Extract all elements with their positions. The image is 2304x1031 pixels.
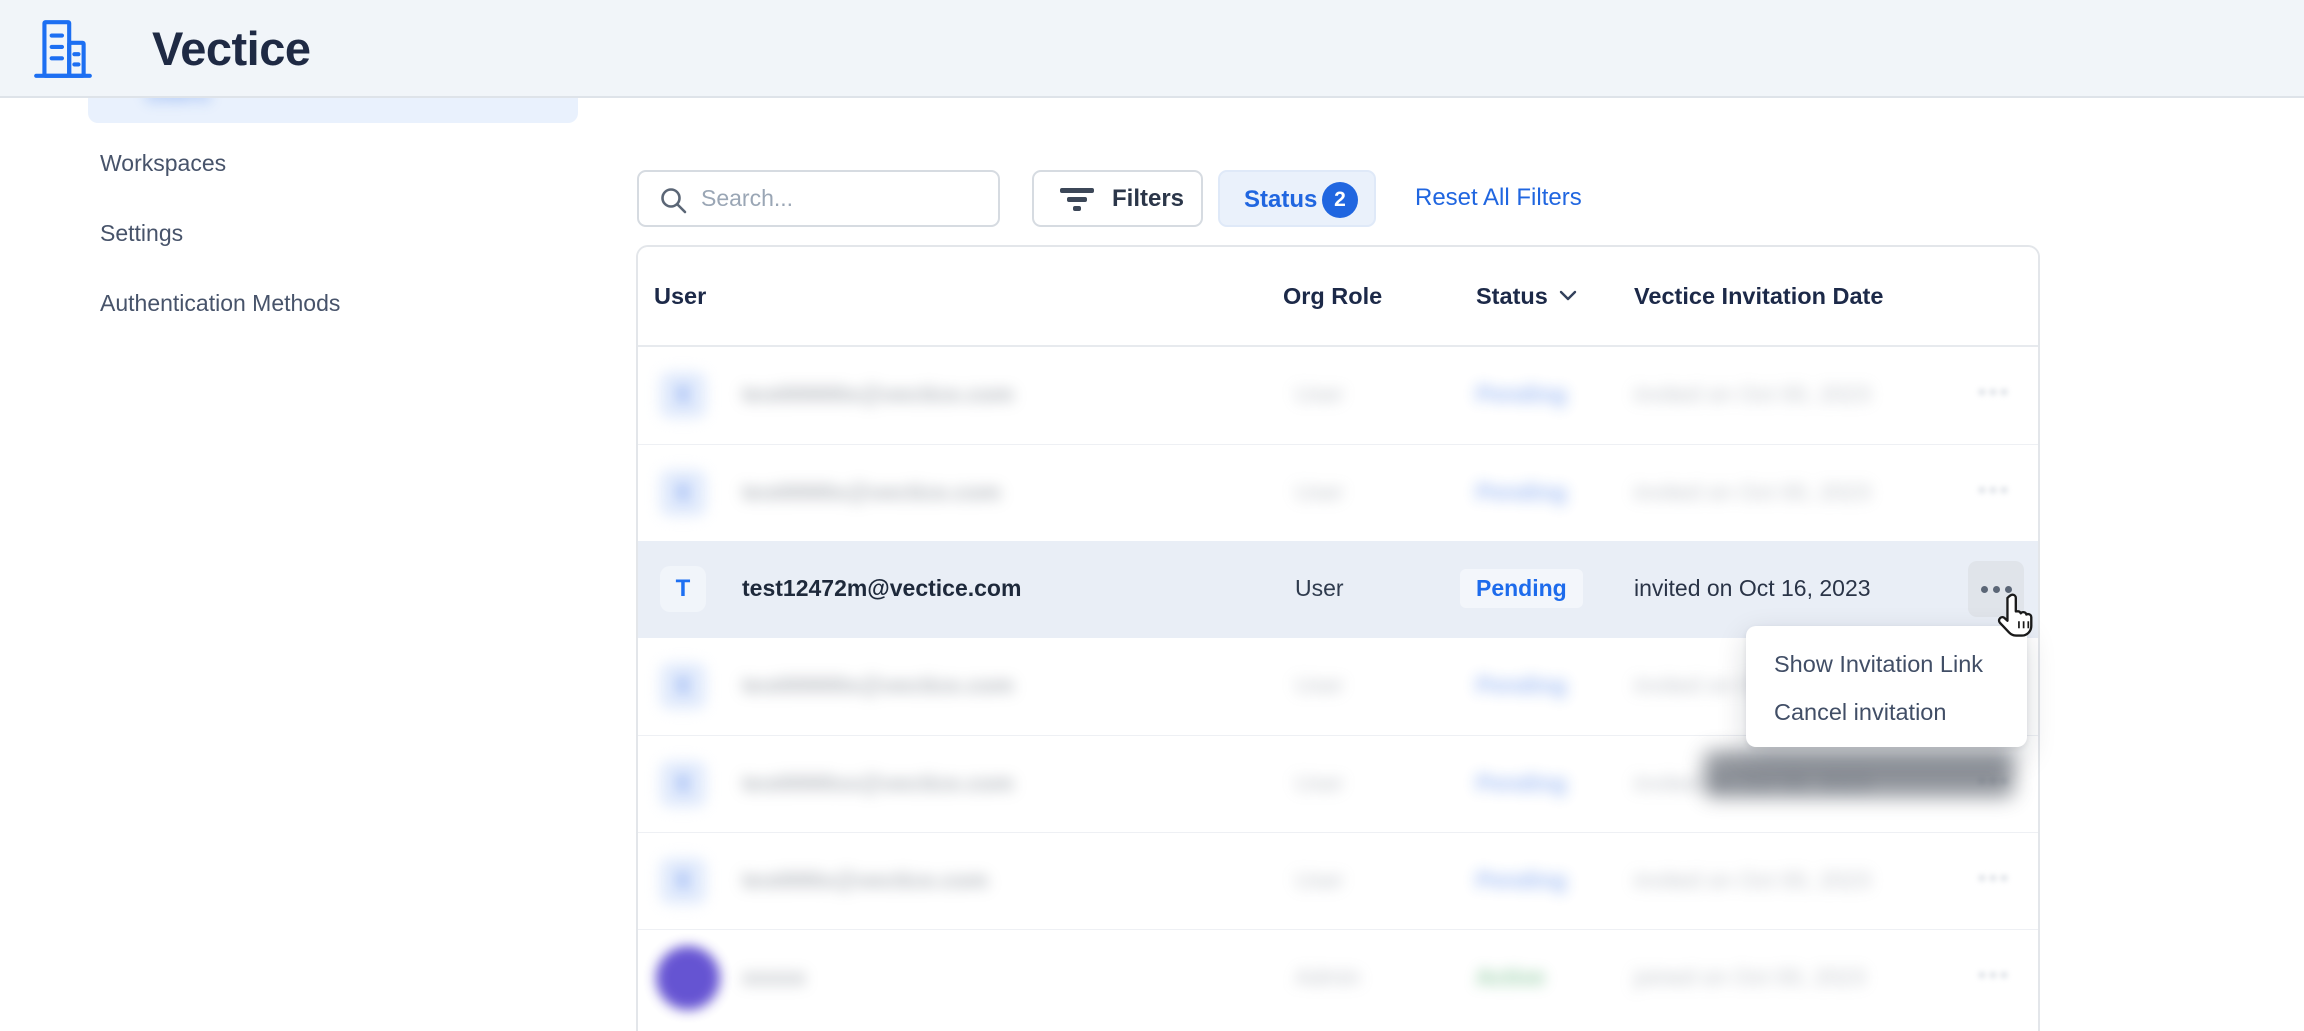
avatar: t: [660, 372, 706, 418]
menu-item-show-invitation-link[interactable]: Show Invitation Link: [1746, 640, 2027, 688]
invitation-date: invited on Oct 00, 2023: [1634, 867, 1871, 894]
status-badge: Pending: [1476, 575, 1583, 608]
column-header-user: User: [654, 283, 706, 310]
status-badge: Pending: [1476, 770, 1567, 797]
invitation-date: invited on Oct 00, 2023: [1634, 479, 1871, 506]
row-actions-button[interactable]: [1976, 383, 2009, 401]
row-actions-button[interactable]: [1976, 966, 2009, 984]
status-badge: Pending: [1476, 867, 1567, 894]
avatar: t: [660, 470, 706, 516]
menu-item-cancel-invitation[interactable]: Cancel invitation: [1746, 688, 2027, 736]
invitation-date: invited on Oct 16, 2023: [1634, 575, 1871, 602]
reset-all-filters-link[interactable]: Reset All Filters: [1415, 184, 1582, 212]
org-role: User: [1295, 381, 1344, 408]
table-row[interactable]: t test0000x@vectice.com User Pending inv…: [638, 444, 2040, 541]
app-root: Users Workspaces Settings Authentication…: [0, 0, 2304, 1031]
column-header-org-role: Org Role: [1283, 283, 1382, 310]
status-badge: Pending: [1476, 381, 1567, 408]
invitation-date: joined on Oct 00, 2023: [1634, 964, 1865, 991]
brand-name: Vectice: [152, 0, 311, 98]
status-filter-chip[interactable]: Status 2: [1218, 170, 1376, 227]
filters-button[interactable]: Filters: [1032, 170, 1203, 227]
vectice-logo-icon: [30, 16, 96, 82]
org-role: Admin: [1295, 964, 1360, 991]
column-header-status[interactable]: Status: [1476, 283, 1578, 310]
user-email: test000x@vectice.com: [742, 867, 988, 894]
status-badge: Pending: [1476, 479, 1567, 506]
org-role: User: [1295, 770, 1344, 797]
row-actions-context-menu: Show Invitation Link Cancel invitation: [1746, 626, 2027, 747]
sidebar-item-settings[interactable]: Settings: [100, 219, 183, 247]
avatar: t: [660, 858, 706, 904]
avatar: t: [660, 663, 706, 709]
sidebar-item-workspaces[interactable]: Workspaces: [100, 149, 226, 177]
user-email: test00000x@vectice.com: [742, 381, 1014, 408]
table-row-selected[interactable]: T test12472m@vectice.com User Pending in…: [638, 541, 2040, 638]
user-email: test0000xx@vectice.com: [742, 770, 1014, 797]
sidebar: Users Workspaces Settings Authentication…: [0, 0, 600, 1031]
status-badge: Active: [1476, 964, 1545, 991]
column-header-invitation-date: Vectice Invitation Date: [1634, 283, 1883, 310]
status-badge: Pending: [1476, 672, 1567, 699]
search-field[interactable]: [637, 170, 1000, 227]
status-filter-label: Status: [1244, 186, 1317, 214]
chevron-down-icon: [1558, 289, 1578, 302]
status-filter-count-badge: 2: [1322, 182, 1358, 218]
avatar: [656, 946, 720, 1010]
filters-button-label: Filters: [1112, 185, 1184, 213]
avatar: T: [660, 566, 706, 612]
user-email: test0000x@vectice.com: [742, 479, 1001, 506]
user-email: test00000x@vectice.com: [742, 672, 1014, 699]
org-role: User: [1295, 672, 1344, 699]
table-row[interactable]: xxxxx Admin Active joined on Oct 00, 202…: [638, 929, 2040, 1026]
table-row[interactable]: t test000x@vectice.com User Pending invi…: [638, 832, 2040, 929]
sidebar-item-authentication-methods[interactable]: Authentication Methods: [100, 289, 340, 317]
row-actions-button[interactable]: [1976, 869, 2009, 887]
org-role: User: [1295, 867, 1344, 894]
invitation-date: invited on Oct 00, 2023: [1634, 381, 1871, 408]
user-email: test12472m@vectice.com: [742, 575, 1021, 602]
search-input[interactable]: [701, 174, 991, 223]
table-header-row: User Org Role Status Vectice Invitation …: [638, 247, 2038, 347]
table-row[interactable]: t test00000x@vectice.com User Pending in…: [638, 347, 2040, 444]
blurred-tooltip: [1704, 751, 2014, 797]
avatar: t: [660, 761, 706, 807]
row-actions-button[interactable]: [1976, 481, 2009, 499]
search-icon: [659, 186, 689, 216]
org-role: User: [1295, 479, 1344, 506]
app-header: Vectice: [0, 0, 2304, 98]
org-role: User: [1295, 575, 1344, 602]
filter-icon: [1060, 188, 1094, 212]
user-email: xxxxx: [742, 964, 806, 991]
row-actions-button-active[interactable]: [1968, 561, 2024, 617]
